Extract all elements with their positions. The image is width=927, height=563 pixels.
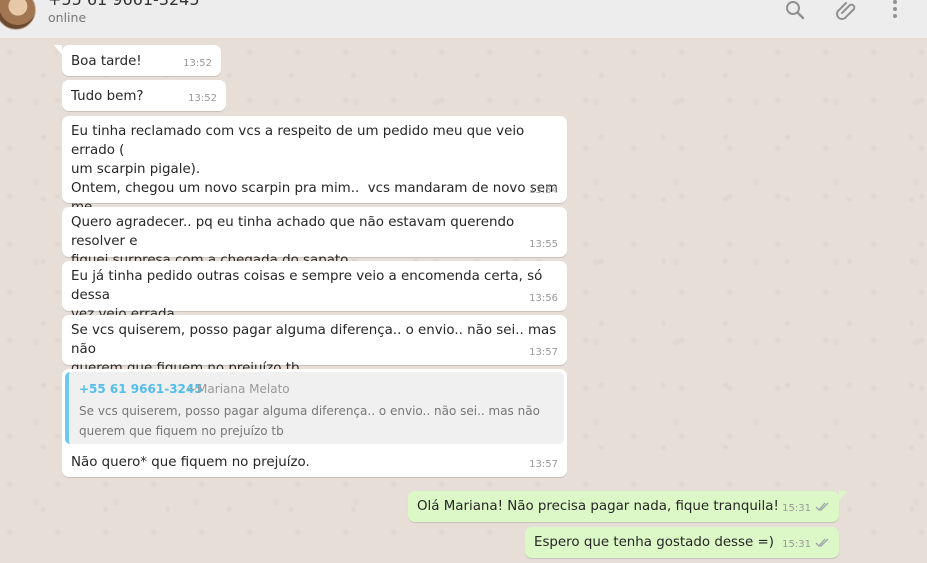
message-bubble[interactable]: Tudo bem? 13:52 xyxy=(62,80,226,111)
bubble-tail xyxy=(54,45,62,55)
double-check-icon xyxy=(815,536,830,555)
message-bubble-outgoing[interactable]: Espero que tenha gostado desse =) 15:31 xyxy=(525,527,839,558)
message-time: 13:57 xyxy=(529,459,558,470)
message-time: 13:54 xyxy=(529,185,558,196)
message-bubble[interactable]: Se vcs quiserem, posso pagar alguma dife… xyxy=(62,315,567,376)
message-time: 13:57 xyxy=(529,347,558,358)
message-time: 13:52 xyxy=(188,93,217,104)
avatar[interactable] xyxy=(0,0,36,30)
message-bubble[interactable]: Eu já tinha pedido outras coisas e sempr… xyxy=(62,261,567,322)
kebab-menu-icon[interactable] xyxy=(883,0,907,22)
search-icon[interactable] xyxy=(783,0,807,22)
message-bubble-outgoing[interactable]: Olá Mariana! Não precisa pagar nada, fiq… xyxy=(408,491,847,522)
message-time: 13:56 xyxy=(529,293,558,304)
double-check-icon xyxy=(815,500,830,519)
message-bubble[interactable]: Quero agradecer.. pq eu tinha achado que… xyxy=(62,207,567,268)
message-time-wrap: 15:31 xyxy=(782,535,830,555)
message-text: Não quero* que fiquem no prejuízo. xyxy=(71,455,310,470)
message-text: Espero que tenha gostado desse =) xyxy=(534,535,774,550)
quoted-sender-name: ~Mariana Melato xyxy=(187,382,290,396)
contact-name[interactable]: +55 61 9661-3245 xyxy=(48,0,200,9)
message-text: Tudo bem? xyxy=(71,89,144,104)
message-bubble[interactable]: Eu tinha reclamado com vcs a respeito de… xyxy=(62,116,567,234)
message-time: 13:55 xyxy=(529,239,558,250)
message-time: 15:31 xyxy=(782,539,811,550)
message-time-wrap: 15:31 xyxy=(782,499,830,519)
message-text: Olá Mariana! Não precisa pagar nada, fiq… xyxy=(417,499,779,514)
message-time: 13:52 xyxy=(183,58,212,69)
quoted-text: Se vcs quiserem, posso pagar alguma dife… xyxy=(79,404,540,438)
contact-status: online xyxy=(48,10,87,25)
quoted-sender: +55 61 9661-3245 xyxy=(79,382,203,396)
reply-message-bubble[interactable]: +55 61 9661-3245 ~Mariana Melato Se vcs … xyxy=(62,369,567,477)
chat-header: +55 61 9661-3245 online xyxy=(0,0,927,39)
quoted-message[interactable]: +55 61 9661-3245 ~Mariana Melato Se vcs … xyxy=(65,372,564,444)
message-bubble[interactable]: Boa tarde! 13:52 xyxy=(54,45,221,76)
bubble-tail xyxy=(839,491,847,501)
message-text: Boa tarde! xyxy=(71,54,142,69)
message-time: 15:31 xyxy=(782,503,811,514)
paperclip-icon[interactable] xyxy=(834,0,858,22)
